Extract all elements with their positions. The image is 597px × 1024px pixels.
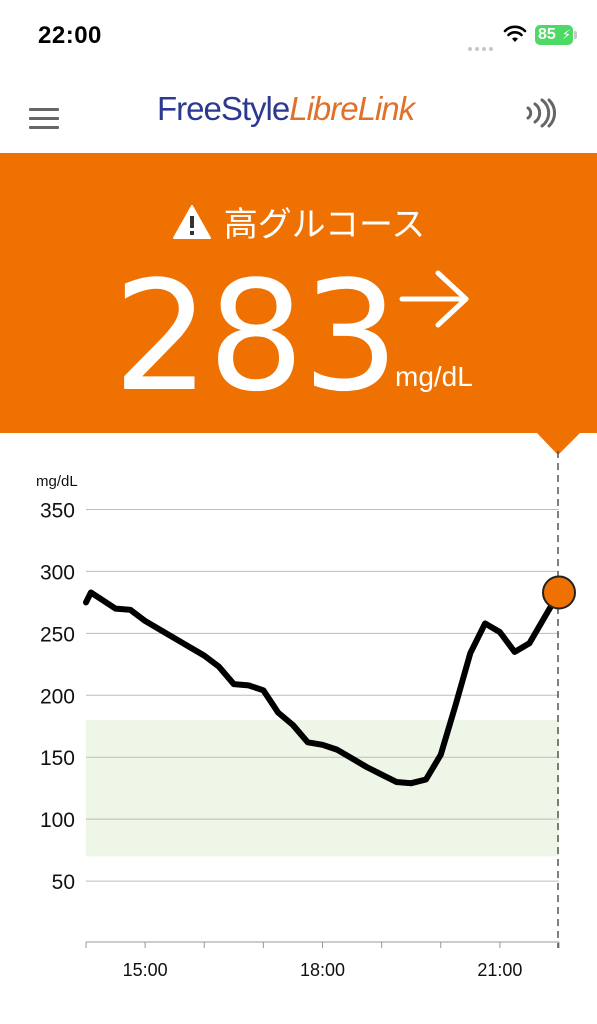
- target-range-band: [86, 720, 559, 857]
- trend-arrow-right-icon: [399, 270, 469, 328]
- alert-row: 高グルコース: [0, 197, 597, 246]
- y-tick-label: 350: [40, 499, 75, 522]
- y-tick-label: 50: [52, 871, 75, 894]
- y-tick-label: 250: [40, 623, 75, 646]
- battery-indicator: 85 ⚡: [535, 25, 573, 45]
- y-axis-label: mg/dL: [36, 473, 78, 490]
- app-logo: FreeStyleLibreLink: [157, 90, 415, 128]
- charging-bolt-icon: ⚡: [561, 27, 571, 42]
- glucose-banner: 高グルコース 283 mg/dL: [0, 153, 597, 433]
- glucose-chart-svg: 50 100 150 200 250 300 350 mg/dL 15:00 18:00 21:00: [36, 433, 580, 980]
- cellular-signal-icon: [468, 38, 496, 51]
- wifi-icon: [503, 25, 527, 42]
- y-tick-label: 200: [40, 685, 75, 708]
- battery-level: 85: [538, 26, 556, 43]
- battery-cap: [574, 31, 577, 39]
- alert-text: 高グルコース: [223, 206, 426, 244]
- x-tick-label: 18:00: [300, 960, 345, 980]
- status-time: 22:00: [38, 22, 102, 49]
- glucose-chart[interactable]: 50 100 150 200 250 300 350 mg/dL 15:00 18:00 21:00: [0, 433, 597, 1024]
- x-tick-label: 15:00: [123, 960, 168, 980]
- logo-freestyle: FreeStyle: [157, 90, 290, 127]
- y-tick-label: 100: [40, 809, 75, 832]
- x-tick-label: 21:00: [477, 960, 522, 980]
- nfc-scan-icon[interactable]: [524, 98, 558, 128]
- logo-librelink: LibreLink: [289, 90, 415, 127]
- hamburger-menu-icon[interactable]: [29, 108, 59, 130]
- warning-icon: [172, 204, 211, 239]
- y-tick-label: 150: [40, 747, 75, 770]
- status-bar: 22:00 85 ⚡: [0, 0, 597, 70]
- current-glucose-point: [542, 575, 576, 610]
- glucose-value: 283: [113, 248, 399, 425]
- glucose-unit: mg/dL: [395, 361, 473, 392]
- app-header: FreeStyleLibreLink: [0, 70, 597, 154]
- y-tick-label: 300: [40, 561, 75, 584]
